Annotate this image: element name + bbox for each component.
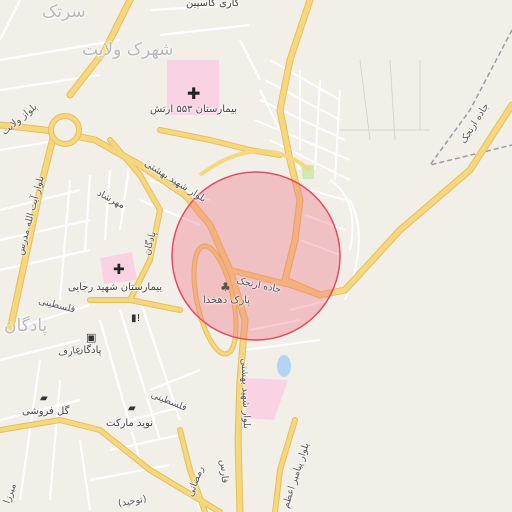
poi-label-kari-kaspian[interactable]: کاری کاسپین <box>186 0 239 9</box>
service-icon[interactable]: ▮! <box>131 314 141 324</box>
hospital-icon[interactable]: ✚ <box>113 263 125 277</box>
admin-boundary <box>428 29 512 167</box>
faint-tracks <box>340 59 430 141</box>
poi-label-navid-market[interactable]: نوید مارکت <box>106 418 153 429</box>
district-label-padegan: پادگان <box>4 316 48 336</box>
hospital-icon[interactable]: ✚ <box>187 86 200 102</box>
map-canvas[interactable] <box>0 0 512 512</box>
water-body <box>277 355 291 377</box>
map-view[interactable]: سرتک شهرک ولایت پادگان کاری کاسپین ✚ بیم… <box>0 0 512 512</box>
park-icon[interactable]: ♣ <box>220 281 231 293</box>
bus-stop-icon[interactable]: ▣ <box>86 332 96 343</box>
poi-label-park-dehkhoda[interactable]: پارک دهخدا <box>203 295 250 306</box>
shop-icon[interactable]: ▰ <box>128 404 136 414</box>
poi-label-gol-forushi[interactable]: گل فروشی <box>22 406 69 417</box>
district-label-shahrak-velayat: شهرک ولایت <box>82 40 174 60</box>
poi-label-hospital-rajaei[interactable]: بیمارستان شهید رجایی <box>68 282 162 293</box>
street-label-fars: فارس <box>217 459 231 484</box>
district-label-sartak: سرتک <box>42 2 86 22</box>
poi-label-hospital-553[interactable]: بیمارستان ۵۵۳ ارتش <box>150 104 237 115</box>
shop-icon[interactable]: ▰ <box>40 394 48 404</box>
